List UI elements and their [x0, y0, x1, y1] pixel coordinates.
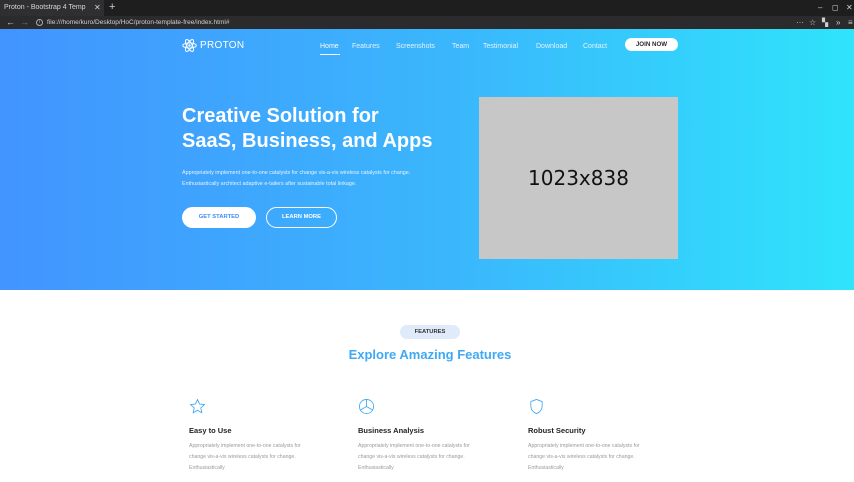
- brand-name: PROTON: [200, 40, 245, 51]
- back-icon[interactable]: ←: [6, 16, 15, 29]
- pie-chart-icon: [358, 398, 375, 415]
- star-icon: [189, 398, 206, 414]
- browser-tab[interactable]: Proton - Bootstrap 4 Temp: [0, 0, 104, 16]
- shield-icon: [530, 398, 543, 415]
- join-now-button[interactable]: JOIN NOW: [625, 38, 678, 51]
- nav-home[interactable]: Home: [320, 43, 339, 50]
- nav-team[interactable]: Team: [452, 43, 469, 50]
- atom-icon: [182, 39, 197, 52]
- bookmark-star-icon[interactable]: ☆: [809, 16, 816, 29]
- forward-icon[interactable]: →: [20, 16, 29, 29]
- feature-card-title: Easy to Use: [189, 426, 232, 435]
- close-icon[interactable]: ✕: [94, 0, 101, 16]
- browser-url-bar: ← → i file:///home/kuro/Desktop/HoC/prot…: [0, 16, 854, 29]
- address-input[interactable]: file:///home/kuro/Desktop/HoC/proton-tem…: [47, 16, 229, 29]
- hero-image-placeholder: 1023x838: [479, 97, 678, 259]
- nav-screenshots[interactable]: Screenshots: [396, 43, 435, 50]
- hamburger-menu-icon[interactable]: ≡: [848, 16, 853, 29]
- feature-card-robust-security: Robust Security Appropriately implement …: [528, 398, 698, 474]
- feature-card-title: Business Analysis: [358, 426, 425, 435]
- hero-title: Creative Solution for SaaS, Business, an…: [182, 105, 433, 152]
- features-title: Explore Amazing Features: [348, 347, 512, 362]
- learn-more-button[interactable]: LEARN MORE: [266, 207, 337, 228]
- nav-contact[interactable]: Contact: [583, 43, 607, 50]
- get-started-button[interactable]: GET STARTED: [182, 207, 256, 228]
- nav-download[interactable]: Download: [536, 43, 567, 50]
- nav-testimonial[interactable]: Testimonial: [483, 43, 518, 50]
- hero-section: PROTON Home Features Screenshots Team Te…: [0, 29, 854, 290]
- window-close-icon[interactable]: ✕: [846, 0, 853, 16]
- features-badge: FEATURES: [400, 325, 460, 339]
- feature-card-description: Appropriately implement one-to-one catal…: [189, 443, 301, 471]
- info-icon[interactable]: i: [36, 19, 43, 26]
- feature-card-business-analysis: Business Analysis Appropriately implemen…: [358, 398, 528, 474]
- brand-logo[interactable]: PROTON: [182, 38, 244, 53]
- minimize-icon[interactable]: –: [818, 0, 822, 16]
- more-icon[interactable]: ···: [796, 16, 804, 29]
- feature-card-description: Appropriately implement one-to-one catal…: [358, 443, 470, 471]
- hero-description: Appropriately implement one-to-one catal…: [182, 170, 411, 187]
- nav-features[interactable]: Features: [352, 43, 380, 50]
- browser-tab-title: Proton - Bootstrap 4 Temp: [4, 4, 86, 11]
- nav-active-indicator: [320, 54, 340, 55]
- browser-tab-bar: Proton - Bootstrap 4 Temp ✕ + – ◻ ✕: [0, 0, 854, 16]
- extensions-overflow-icon[interactable]: »: [836, 16, 840, 29]
- feature-card-description: Appropriately implement one-to-one catal…: [528, 443, 640, 471]
- feature-card-title: Robust Security: [528, 426, 586, 435]
- feature-card-easy-to-use: Easy to Use Appropriately implement one-…: [189, 398, 359, 474]
- maximize-icon[interactable]: ◻: [832, 0, 839, 16]
- new-tab-icon[interactable]: +: [109, 0, 115, 15]
- library-icon[interactable]: ▚: [822, 16, 828, 29]
